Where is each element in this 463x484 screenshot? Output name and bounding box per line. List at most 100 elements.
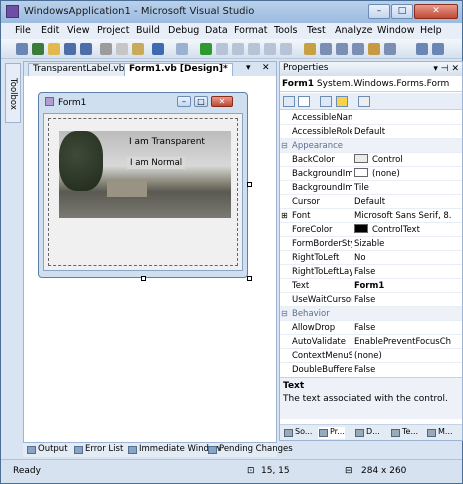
save-all-icon[interactable] [80,43,92,55]
collapse-icon[interactable]: ⊟ [281,139,288,153]
start-page-icon[interactable] [384,43,396,55]
property-row[interactable]: ⊞ Font Microsoft Sans Serif, 8. [280,209,462,223]
menu-test[interactable]: Test [307,25,326,36]
property-value[interactable]: Tile [354,181,458,195]
property-value[interactable]: (none) [354,167,458,181]
tab-data[interactable]: D... [354,427,380,439]
categorized-icon[interactable] [283,96,295,107]
form-minimize-button[interactable]: – [177,96,191,107]
add-item-icon[interactable] [32,43,44,55]
property-value[interactable]: EnablePreventFocusCh [354,335,458,349]
toolbox-tab[interactable]: Toolbox [5,63,21,123]
property-value[interactable]: Default [354,125,458,139]
property-value[interactable]: Control [354,153,458,167]
resize-handle-bottom[interactable] [141,276,146,281]
property-category[interactable]: ⊟ Behavior [280,307,462,321]
menu-build[interactable]: Build [136,25,160,36]
alphabetical-icon[interactable] [298,96,310,107]
property-category[interactable]: ⊟ Appearance [280,139,462,153]
undo-icon[interactable] [152,43,164,55]
step-into-icon[interactable] [248,43,260,55]
new-project-icon[interactable] [16,43,28,55]
object-browser-icon[interactable] [352,43,364,55]
open-file-icon[interactable] [48,43,60,55]
property-value[interactable]: False [354,363,458,375]
property-row[interactable]: ForeColor ControlText [280,223,462,237]
menu-window[interactable]: Window [377,25,414,36]
menu-analyze[interactable]: Analyze [335,25,372,36]
save-icon[interactable] [64,43,76,55]
cut-icon[interactable] [100,43,112,55]
property-row[interactable]: BackgroundIm (none) [280,167,462,181]
property-row[interactable]: BackColor Control [280,153,462,167]
property-row[interactable]: AllowDrop False [280,321,462,335]
tab-output[interactable]: Output [26,444,68,456]
start-debugging-icon[interactable] [200,43,212,55]
close-icon[interactable]: ✕ [451,64,459,74]
menu-format[interactable]: Format [234,25,267,36]
property-value[interactable]: False [354,265,458,279]
dropdown-icon[interactable]: ▾ [246,63,251,73]
redo-icon[interactable] [176,43,188,55]
stop-icon[interactable] [232,43,244,55]
menu-edit[interactable]: Edit [41,25,59,36]
solution-explorer-icon[interactable] [320,43,332,55]
dropdown-icon[interactable]: ▾ [433,64,438,74]
property-value[interactable]: Default [354,195,458,209]
property-row[interactable]: AutoValidate EnablePreventFocusCh [280,335,462,349]
find-icon[interactable] [304,43,316,55]
events-icon[interactable] [336,96,348,107]
resize-handle-right[interactable] [247,182,252,187]
property-row[interactable]: RightToLeftLay False [280,265,462,279]
pin-icon[interactable]: ⊣ [441,64,449,74]
property-value[interactable]: No [354,251,458,265]
tab-solution[interactable]: So... [283,427,312,439]
property-value[interactable]: Form1 [354,279,458,293]
menu-file[interactable]: File [15,25,31,36]
maximize-button[interactable]: □ [391,4,413,19]
tab-transparentlabel[interactable]: TransparentLabel.vb [28,63,130,76]
property-value[interactable]: Sizable [354,237,458,251]
minimize-button[interactable]: – [368,4,390,19]
title-bar[interactable]: WindowsApplication1 - Microsoft Visual S… [1,1,462,23]
label-normal[interactable]: I am Normal [127,157,186,169]
property-row[interactable]: Text Form1 [280,279,462,293]
property-row[interactable]: RightToLeft No [280,251,462,265]
menu-debug[interactable]: Debug [168,25,199,36]
label-transparent[interactable]: I am Transparent [129,137,205,147]
form-maximize-button[interactable]: □ [194,96,208,107]
tab-team[interactable]: Te... [390,427,418,439]
copy-icon[interactable] [116,43,128,55]
tab-form1-design[interactable]: Form1.vb [Design]* [124,63,233,76]
menu-data[interactable]: Data [205,25,228,36]
property-row[interactable]: AccessibleRole Default [280,125,462,139]
tab-pending-changes[interactable]: Pending Changes [207,444,293,456]
property-value[interactable]: ControlText [354,223,458,237]
form-client-area[interactable]: I am Transparent I am Normal [43,113,243,271]
step-over-icon[interactable] [264,43,276,55]
property-row[interactable]: Cursor Default [280,195,462,209]
menu-project[interactable]: Project [97,25,130,36]
paste-icon[interactable] [132,43,144,55]
property-value[interactable]: False [354,321,458,335]
properties-icon[interactable] [320,96,332,107]
menu-tools[interactable]: Tools [274,25,297,36]
property-row[interactable]: BackgroundIm Tile [280,181,462,195]
pause-icon[interactable] [216,43,228,55]
resize-handle-corner[interactable] [247,276,252,281]
properties-window-icon[interactable] [336,43,348,55]
form1-window[interactable]: Form1 – □ ✕ I am Transparent I am Normal [38,92,248,278]
property-pages-icon[interactable] [358,96,370,107]
tab-more[interactable]: M... [426,427,453,439]
collapse-icon[interactable]: ⊟ [281,307,288,321]
property-value[interactable]: False [354,293,458,307]
tab-properties[interactable]: Pr... [318,427,345,439]
close-button[interactable]: ✕ [414,4,458,19]
expand-icon[interactable]: ⊞ [281,209,288,223]
property-row[interactable]: DoubleBuffere False [280,363,462,375]
form-close-button[interactable]: ✕ [211,96,233,107]
menu-view[interactable]: View [67,25,90,36]
menu-help[interactable]: Help [420,25,442,36]
property-row[interactable]: UseWaitCursor False [280,293,462,307]
property-row[interactable]: FormBorderSty Sizable [280,237,462,251]
